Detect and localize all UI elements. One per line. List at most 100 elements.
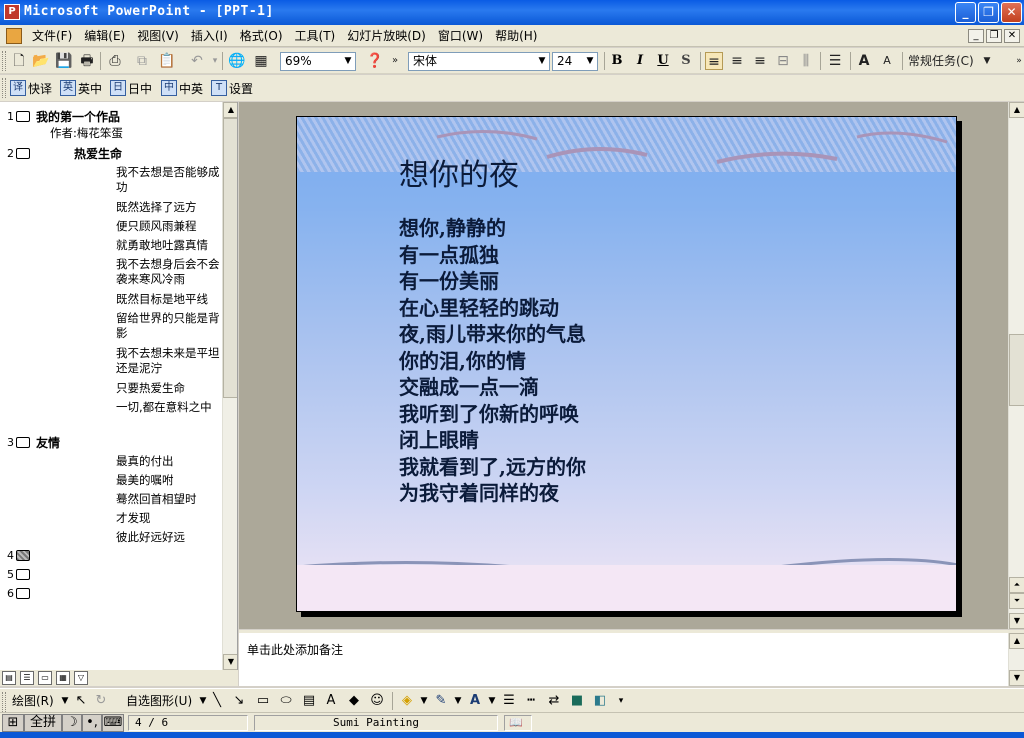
decrease-font-icon[interactable]: A — [878, 52, 896, 70]
open-icon[interactable]: 📂 — [32, 52, 50, 70]
chevron-down-icon[interactable]: ▼ — [415, 692, 433, 710]
3d-style-icon[interactable]: ◧ — [591, 692, 609, 710]
half-full-width-icon[interactable]: ☽ — [62, 714, 82, 732]
punctuation-icon[interactable]: •, — [82, 714, 102, 732]
notes-scrollbar[interactable]: ▲ ▼ — [1008, 633, 1024, 686]
oval-icon[interactable]: ⬭ — [277, 692, 295, 710]
outline-slide-2[interactable]: 2 热爱生命 — [0, 144, 122, 162]
scroll-up-icon[interactable]: ▲ — [1009, 102, 1024, 118]
align-center-icon[interactable]: ≡ — [728, 52, 746, 70]
outline-body-text[interactable]: 最真的付出 — [116, 454, 224, 469]
notes-placeholder[interactable]: 单击此处添加备注 — [247, 641, 343, 658]
outline-body-text[interactable]: 蓦然回首相望时 — [116, 492, 224, 507]
font-color-icon[interactable]: A — [466, 692, 484, 710]
outline-body-text[interactable]: 彼此好远好远 — [116, 530, 224, 545]
en-zh-button[interactable]: 英 英中 — [60, 78, 102, 98]
bullets-icon[interactable]: ☰ — [826, 52, 844, 70]
slide-icon[interactable] — [16, 587, 30, 599]
outline-subtitle[interactable]: 作者:梅花笨蛋 — [50, 125, 123, 141]
zoom-select[interactable]: 69% ▼ — [280, 52, 356, 71]
outline-slide-4[interactable]: 4 — [0, 546, 36, 564]
outline-body-text[interactable]: 我不去想未来是平坦还是泥泞 — [116, 346, 224, 376]
outline-view-icon[interactable]: ☰ — [20, 671, 34, 685]
outline-body-text[interactable]: 我不去想身后会不会袭来寒风冷雨 — [116, 257, 224, 287]
outline-slide-3[interactable]: 3 友情 — [0, 433, 60, 451]
outline-body-text[interactable]: 最美的嘱咐 — [116, 473, 224, 488]
menu-edit[interactable]: 编辑(E) — [78, 25, 131, 47]
scroll-up-icon[interactable]: ▲ — [223, 102, 237, 118]
shadow-button[interactable]: S — [676, 52, 696, 70]
minimize-button[interactable]: _ — [955, 2, 976, 23]
line-color-icon[interactable]: ✎ — [432, 692, 450, 710]
scroll-thumb[interactable] — [223, 118, 237, 398]
soft-keyboard-icon[interactable]: ⌨ — [102, 714, 124, 732]
zh-en-button[interactable]: 中 中英 — [161, 78, 203, 98]
outline-pane[interactable]: 1 我的第一个作品 作者:梅花笨蛋 2 热爱生命 我不去想是否能够成功 既然选择… — [0, 102, 238, 670]
toolbar-grip[interactable] — [2, 51, 6, 71]
menu-tools[interactable]: 工具(T) — [289, 25, 342, 47]
menu-format[interactable]: 格式(O) — [234, 25, 289, 47]
toolbar-grip[interactable] — [2, 692, 6, 712]
scroll-down-icon[interactable]: ▼ — [1009, 670, 1024, 686]
align-right-icon[interactable]: ≡ — [751, 52, 769, 70]
chevron-down-icon[interactable]: ▼ — [978, 52, 996, 70]
arrow-style-icon[interactable]: ⇄ — [545, 692, 563, 710]
slide-title[interactable]: 想你的夜 — [399, 150, 519, 194]
ime-mode[interactable]: 全拼 — [24, 714, 62, 732]
chevron-down-icon[interactable]: ▼ — [449, 692, 467, 710]
chevron-down-icon[interactable]: ▼ — [483, 692, 501, 710]
doc-restore-button[interactable]: ❐ — [986, 29, 1002, 43]
chevron-down-icon[interactable]: ▼ — [583, 53, 597, 70]
settings-button[interactable]: T 设置 — [211, 78, 253, 98]
menu-window[interactable]: 窗口(W) — [432, 25, 489, 47]
chevron-down-icon[interactable]: ▼ — [535, 53, 549, 70]
spelling-status-icon[interactable]: 📖 — [504, 715, 532, 731]
scroll-up-icon[interactable]: ▲ — [1009, 633, 1024, 649]
paste-icon[interactable]: 📋 — [158, 52, 176, 70]
outline-slide-1[interactable]: 1 我的第一个作品 — [0, 107, 120, 125]
outline-slide-5[interactable]: 5 — [0, 565, 36, 583]
select-objects-icon[interactable]: ↖ — [72, 692, 90, 710]
distribute-icon[interactable]: ⊟ — [774, 52, 792, 70]
close-button[interactable]: ✕ — [1001, 2, 1022, 23]
toolbar-grip[interactable] — [2, 78, 6, 98]
outline-body-text[interactable]: 才发现 — [116, 511, 224, 526]
more-buttons-icon[interactable]: » — [386, 52, 404, 70]
slide-icon[interactable] — [16, 436, 30, 448]
doc-close-button[interactable]: ✕ — [1004, 29, 1020, 43]
slide-view-icon[interactable]: ▭ — [38, 671, 52, 685]
increase-font-icon[interactable]: A — [855, 52, 873, 70]
text-box-icon[interactable]: ▤ — [300, 692, 318, 710]
shadow-style-icon[interactable]: ■ — [568, 692, 586, 710]
bold-button[interactable]: B — [607, 52, 627, 70]
normal-view-icon[interactable]: ▤ — [2, 671, 16, 685]
outline-scrollbar[interactable]: ▲ ▼ — [222, 102, 237, 670]
new-icon[interactable]: 🗋 — [10, 52, 28, 70]
menu-view[interactable]: 视图(V) — [131, 25, 185, 47]
scroll-down-icon[interactable]: ▼ — [1009, 613, 1024, 629]
outline-body-text[interactable]: 只要热爱生命 — [116, 381, 224, 396]
font-size-select[interactable]: 24 ▼ — [552, 52, 598, 71]
slide-scrollbar[interactable]: ▲ ⏶ ⏷ ▼ — [1008, 102, 1024, 629]
slide-icon[interactable] — [16, 147, 30, 159]
toolbar-options-icon[interactable]: » — [1010, 52, 1024, 70]
print-icon[interactable]: ⎙ — [106, 52, 124, 70]
autoshapes-button[interactable]: 自选图形(U) — [126, 692, 192, 710]
dash-style-icon[interactable]: ┅ — [522, 692, 540, 710]
line-style-icon[interactable]: ☰ — [500, 692, 518, 710]
outline-body-text[interactable]: 便只顾风雨兼程 — [116, 219, 224, 234]
outline-body-text[interactable]: 既然目标是地平线 — [116, 292, 224, 307]
copy-icon[interactable]: ⧉ — [133, 52, 151, 70]
doc-minimize-button[interactable]: _ — [968, 29, 984, 43]
outline-body-text[interactable]: 留给世界的只能是背影 — [116, 311, 224, 341]
outline-body-text[interactable]: 一切,都在意料之中 — [116, 400, 224, 415]
hyperlink-icon[interactable]: 🌐 — [228, 52, 246, 70]
italic-button[interactable]: I — [630, 52, 650, 70]
save-icon[interactable]: 💾 — [55, 52, 73, 70]
slide-sorter-icon[interactable]: ▦ — [56, 671, 70, 685]
print-preview-icon[interactable]: 🖶 — [78, 52, 96, 70]
draw-menu-button[interactable]: 绘图(R) — [12, 692, 54, 710]
outline-body-text[interactable]: 既然选择了远方 — [116, 200, 224, 215]
slide-icon[interactable] — [16, 549, 30, 561]
menu-slideshow[interactable]: 幻灯片放映(D) — [341, 25, 432, 47]
